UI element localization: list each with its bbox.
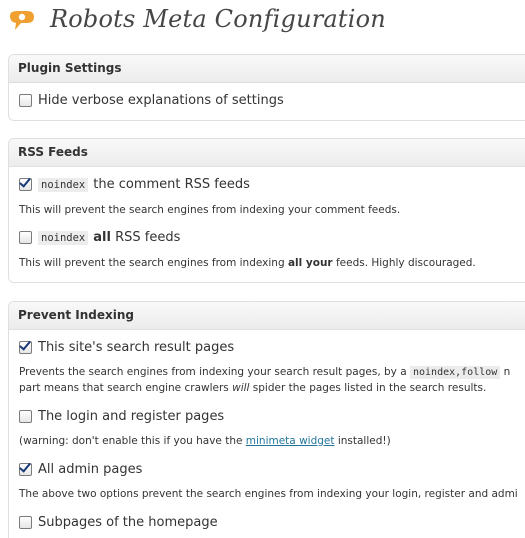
all-feeds-label-bold: all bbox=[93, 230, 111, 245]
all-feeds-desc-post: feeds. Highly discouraged. bbox=[332, 257, 476, 269]
login-register-desc-post: installed!) bbox=[334, 435, 391, 447]
hide-verbose-label: Hide verbose explanations of settings bbox=[38, 93, 284, 108]
search-results-desc2-em: will bbox=[232, 382, 250, 394]
all-feeds-row: noindex all RSS feeds bbox=[19, 230, 180, 245]
all-feeds-code: noindex bbox=[38, 230, 89, 245]
page-title: Robots Meta Configuration bbox=[50, 5, 386, 33]
admin-pages-description: The above two options prevent the search… bbox=[19, 488, 518, 500]
admin-pages-label: All admin pages bbox=[38, 462, 143, 477]
robots-meta-page: Robots Meta Configuration Plugin Setting… bbox=[0, 0, 525, 538]
search-results-desc2-post: spider the pages listed in the search re… bbox=[249, 382, 487, 394]
search-results-desc-pre: Prevents the search engines from indexin… bbox=[19, 366, 410, 378]
search-results-description-line1: Prevents the search engines from indexin… bbox=[19, 366, 511, 379]
minimeta-widget-link[interactable]: minimeta widget bbox=[246, 435, 335, 447]
admin-pages-checkbox[interactable] bbox=[19, 463, 32, 476]
login-register-desc-pre: (warning: don't enable this if you have … bbox=[19, 435, 246, 447]
search-results-description-line2: part means that search engine crawlers w… bbox=[19, 382, 486, 394]
login-register-label: The login and register pages bbox=[38, 409, 225, 424]
hide-verbose-row: Hide verbose explanations of settings bbox=[19, 93, 284, 108]
search-results-desc-code: noindex,follow bbox=[410, 366, 501, 379]
comment-feeds-checkbox[interactable] bbox=[19, 178, 32, 191]
all-feeds-label: RSS feeds bbox=[115, 230, 181, 245]
admin-pages-row: All admin pages bbox=[19, 462, 142, 477]
search-results-desc-post: n bbox=[500, 366, 511, 378]
subpages-home-row: Subpages of the homepage bbox=[19, 515, 218, 530]
search-results-row: This site's search result pages bbox=[19, 340, 234, 355]
hide-verbose-checkbox[interactable] bbox=[19, 94, 32, 107]
subpages-home-checkbox[interactable] bbox=[19, 516, 32, 529]
login-register-row: The login and register pages bbox=[19, 409, 224, 424]
login-register-checkbox[interactable] bbox=[19, 410, 32, 423]
all-feeds-desc-bold: all your bbox=[287, 257, 333, 269]
rss-feeds-title: RSS Feeds bbox=[9, 139, 525, 167]
plugin-settings-panel: Plugin Settings Hide verbose explanation… bbox=[8, 54, 525, 121]
comment-feeds-description: This will prevent the search engines fro… bbox=[19, 204, 401, 216]
yoast-logo-icon bbox=[10, 11, 34, 30]
login-register-description: (warning: don't enable this if you have … bbox=[19, 435, 391, 447]
prevent-indexing-panel: Prevent Indexing This site's search resu… bbox=[8, 301, 525, 538]
page-header: Robots Meta Configuration bbox=[0, 0, 525, 46]
search-results-desc2-pre: part means that search engine crawlers bbox=[19, 382, 233, 394]
rss-feeds-panel: RSS Feeds noindex the comment RSS feeds … bbox=[8, 138, 525, 283]
all-feeds-desc-pre: This will prevent the search engines fro… bbox=[19, 257, 288, 269]
comment-feeds-code: noindex bbox=[38, 177, 89, 192]
comment-feeds-label: the comment RSS feeds bbox=[93, 177, 250, 192]
search-results-label: This site's search result pages bbox=[38, 340, 235, 355]
prevent-indexing-title: Prevent Indexing bbox=[9, 302, 525, 330]
all-feeds-description: This will prevent the search engines fro… bbox=[19, 257, 476, 269]
search-results-checkbox[interactable] bbox=[19, 341, 32, 354]
subpages-home-label: Subpages of the homepage bbox=[38, 515, 218, 530]
plugin-settings-title: Plugin Settings bbox=[9, 55, 525, 83]
comment-feeds-row: noindex the comment RSS feeds bbox=[19, 177, 250, 192]
all-feeds-checkbox[interactable] bbox=[19, 231, 32, 244]
